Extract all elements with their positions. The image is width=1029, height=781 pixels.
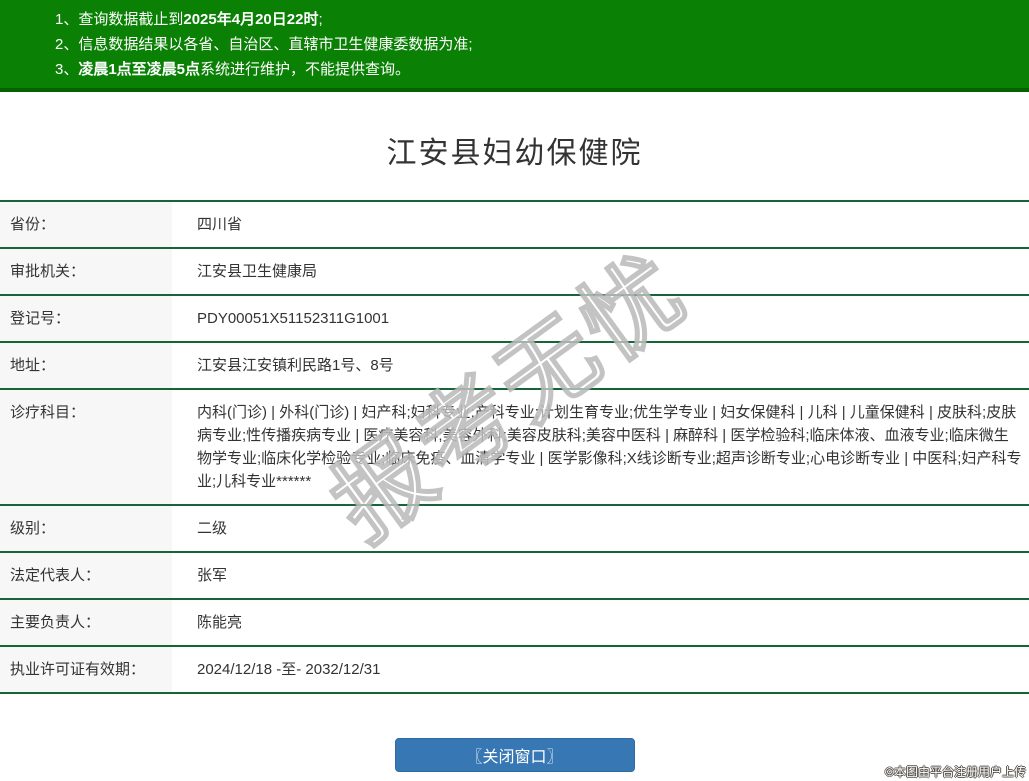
notice-text-pre: 信息数据结果以各省、自治区、直辖市卫生健康委数据为准; [78, 36, 473, 53]
field-label: 主要负责人： [0, 600, 172, 645]
table-row: 诊疗科目： 内科(门诊) | 外科(门诊) | 妇产科;妇科专业;产科专业;计划… [0, 388, 1029, 504]
notice-line: 1、查询数据截止到2025年4月20日22时; [55, 7, 1019, 32]
field-label: 法定代表人： [0, 553, 172, 598]
field-label: 省份： [0, 202, 172, 247]
field-label: 登记号： [0, 296, 172, 341]
field-label: 诊疗科目： [0, 390, 172, 504]
table-row: 级别： 二级 [0, 504, 1029, 551]
field-value: 内科(门诊) | 外科(门诊) | 妇产科;妇科专业;产科专业;计划生育专业;优… [197, 404, 1022, 490]
field-value: 陈能亮 [197, 614, 243, 631]
table-row: 审批机关： 江安县卫生健康局 [0, 247, 1029, 294]
notice-number: 3、 [55, 61, 79, 78]
footer-credit: ©本图由平台注册用户上传 [885, 765, 1026, 779]
table-row: 法定代表人： 张军 [0, 551, 1029, 598]
field-value: 江安县卫生健康局 [197, 263, 318, 280]
field-label: 审批机关： [0, 249, 172, 294]
table-row: 主要负责人： 陈能亮 [0, 598, 1029, 645]
notice-number: 1、 [55, 11, 79, 28]
notice-text-post: ; [318, 11, 323, 28]
table-row: 登记号： PDY00051X51152311G1001 [0, 294, 1029, 341]
notice-banner: 1、查询数据截止到2025年4月20日22时; 2、信息数据结果以各省、自治区、… [0, 0, 1029, 92]
notice-text-bold: 凌晨1点至凌晨5点 [78, 61, 201, 78]
field-value: 张军 [197, 567, 228, 584]
notice-text-bold: 2025年4月20日22时 [183, 11, 319, 28]
table-row: 执业许可证有效期： 2024/12/18 -至- 2032/12/31 [0, 645, 1029, 692]
table-row: 省份： 四川省 [0, 200, 1029, 247]
notice-line: 3、凌晨1点至凌晨5点系统进行维护，不能提供查询。 [55, 57, 1019, 82]
notice-text-post: 系统进行维护，不能提供查询。 [200, 61, 411, 78]
table-row: 地址： 江安县江安镇利民路1号、8号 [0, 341, 1029, 388]
field-value: PDY00051X51152311G1001 [197, 310, 390, 327]
field-label: 执业许可证有效期： [0, 647, 172, 692]
close-window-button[interactable]: 〖关闭窗口〗 [394, 738, 635, 772]
field-value: 2024/12/18 -至- 2032/12/31 [197, 661, 381, 678]
notice-line: 2、信息数据结果以各省、自治区、直辖市卫生健康委数据为准; [55, 32, 1019, 57]
page-title: 江安县妇幼保健院 [386, 137, 643, 170]
button-row: 〖关闭窗口〗 [0, 738, 1029, 772]
field-value: 四川省 [197, 216, 243, 233]
notice-number: 2、 [55, 36, 79, 53]
field-label: 级别： [0, 506, 172, 551]
field-value: 二级 [197, 520, 228, 537]
hospital-info-table: 省份： 四川省 审批机关： 江安县卫生健康局 登记号： PDY00051X511… [0, 200, 1029, 694]
notice-text-pre: 查询数据截止到 [78, 11, 184, 28]
field-value: 江安县江安镇利民路1号、8号 [197, 357, 394, 374]
field-label: 地址： [0, 343, 172, 388]
